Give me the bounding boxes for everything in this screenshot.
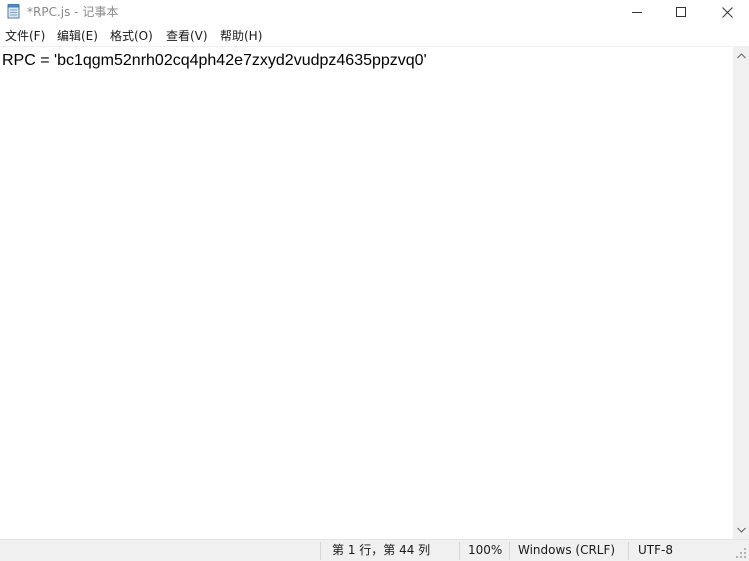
- notepad-icon: [7, 4, 20, 19]
- chevron-up-icon: [736, 53, 746, 59]
- menu-bar: 文件(F) 编辑(E) 格式(O) 查看(V) 帮助(H): [0, 27, 749, 46]
- title-bar[interactable]: *RPC.js - 记事本: [0, 0, 749, 24]
- menu-format[interactable]: 格式(O): [110, 27, 153, 46]
- maximize-icon: [676, 7, 686, 17]
- minimize-button[interactable]: [614, 0, 660, 24]
- vertical-scrollbar[interactable]: [733, 46, 749, 539]
- close-icon: [721, 6, 733, 18]
- window-title: *RPC.js - 记事本: [27, 5, 119, 19]
- menu-help[interactable]: 帮助(H): [220, 27, 262, 46]
- status-divider: [628, 542, 629, 560]
- chevron-down-icon: [736, 527, 746, 533]
- line-ending: Windows (CRLF): [518, 543, 616, 557]
- resize-grip-icon[interactable]: [735, 547, 747, 559]
- text-editor[interactable]: RPC = 'bc1qgm52nrh02cq4ph42e7zxyd2vudpz4…: [0, 46, 733, 540]
- status-divider: [320, 542, 321, 560]
- scroll-up-button[interactable]: [733, 48, 749, 64]
- scroll-down-button[interactable]: [733, 522, 749, 538]
- zoom-level: 100%: [468, 543, 503, 557]
- editor-content[interactable]: RPC = 'bc1qgm52nrh02cq4ph42e7zxyd2vudpz4…: [2, 51, 427, 71]
- status-divider: [459, 542, 460, 560]
- menu-view[interactable]: 查看(V): [166, 27, 208, 46]
- maximize-button[interactable]: [658, 0, 704, 24]
- close-button[interactable]: [704, 0, 749, 24]
- menu-file[interactable]: 文件(F): [5, 27, 45, 46]
- minimize-icon: [632, 12, 642, 13]
- notepad-window: *RPC.js - 记事本 文件(F) 编辑(E) 格式(O) 查看(V) 帮助…: [0, 0, 749, 561]
- menu-edit[interactable]: 编辑(E): [57, 27, 98, 46]
- encoding: UTF-8: [638, 543, 673, 557]
- status-bar: 第 1 行，第 44 列 100% Windows (CRLF) UTF-8: [0, 539, 749, 561]
- status-divider: [509, 542, 510, 560]
- cursor-position: 第 1 行，第 44 列: [332, 543, 431, 557]
